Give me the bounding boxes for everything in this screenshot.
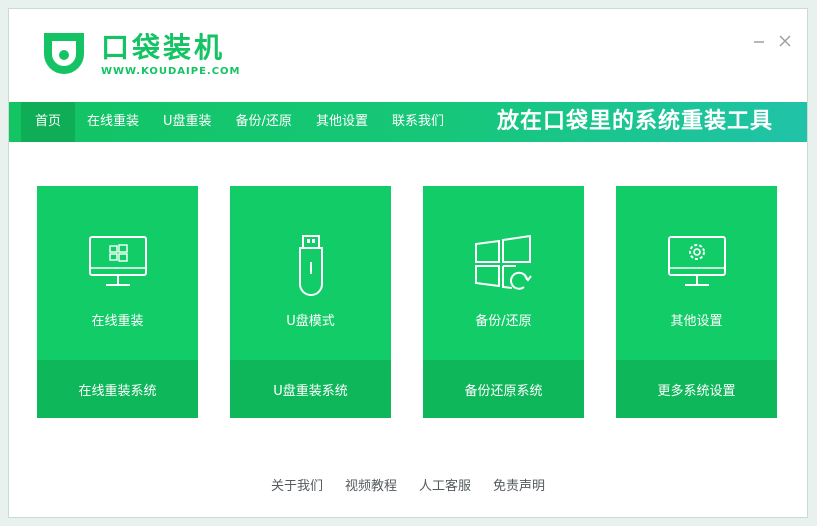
card-backup-restore[interactable]: 备份/还原 备份还原系统 — [423, 186, 584, 418]
card-title: 其他设置 — [670, 314, 723, 329]
usb-drive-icon — [298, 235, 323, 296]
logo: 口袋装机 WWW.KOUDAIPE.COM — [39, 29, 241, 79]
windows-restore-icon — [474, 234, 532, 290]
nav-item-contact-us[interactable]: 联系我们 — [380, 102, 456, 142]
close-button[interactable] — [775, 31, 795, 51]
card-action-backup-restore[interactable]: 备份还原系统 — [423, 360, 584, 418]
nav-item-home[interactable]: 首页 — [21, 102, 76, 142]
card-action-usb-install[interactable]: U盘重装系统 — [230, 360, 391, 418]
nav-slogan: 放在口袋里的系统重装工具 — [496, 109, 773, 134]
nav-item-backup-restore[interactable]: 备份/还原 — [224, 102, 304, 142]
nav-item-other-settings[interactable]: 其他设置 — [304, 102, 380, 142]
close-icon — [779, 35, 791, 47]
monitor-gear-icon — [667, 236, 726, 286]
card-action-online-install[interactable]: 在线重装系统 — [37, 360, 198, 418]
footer-link-video-tutorial[interactable]: 视频教程 — [345, 475, 397, 494]
card-usb-mode[interactable]: U盘模式 U盘重装系统 — [230, 186, 391, 418]
monitor-windows-icon — [88, 236, 147, 286]
minimize-button[interactable] — [749, 31, 769, 51]
app-url: WWW.KOUDAIPE.COM — [101, 65, 241, 77]
card-title: 在线重装 — [91, 314, 144, 329]
card-title: 备份/还原 — [475, 314, 532, 329]
feature-cards: 在线重装 在线重装系统 U盘模式 U盘重装系统 备份/还原 备份还原系统 其他设… — [37, 186, 779, 418]
footer-link-about[interactable]: 关于我们 — [271, 475, 323, 494]
app-window: 口袋装机 WWW.KOUDAIPE.COM 首页 在线重装 U盘重装 备份/还原… — [8, 8, 808, 518]
nav-item-usb-install[interactable]: U盘重装 — [151, 102, 224, 142]
footer-links: 关于我们 视频教程 人工客服 免责声明 — [9, 475, 807, 494]
nav-item-online-install[interactable]: 在线重装 — [75, 102, 151, 142]
pocket-logo-icon — [44, 33, 84, 74]
footer-link-disclaimer[interactable]: 免责声明 — [493, 475, 545, 494]
card-online-install[interactable]: 在线重装 在线重装系统 — [37, 186, 198, 418]
footer-link-support[interactable]: 人工客服 — [419, 475, 471, 494]
card-title: U盘模式 — [286, 314, 335, 329]
app-title: 口袋装机 — [101, 30, 226, 64]
card-other-settings[interactable]: 其他设置 更多系统设置 — [616, 186, 777, 418]
minus-icon — [754, 41, 764, 43]
main-nav: 首页 在线重装 U盘重装 备份/还原 其他设置 联系我们 放在口袋里的系统重装工… — [9, 102, 807, 142]
card-action-more-settings[interactable]: 更多系统设置 — [616, 360, 777, 418]
